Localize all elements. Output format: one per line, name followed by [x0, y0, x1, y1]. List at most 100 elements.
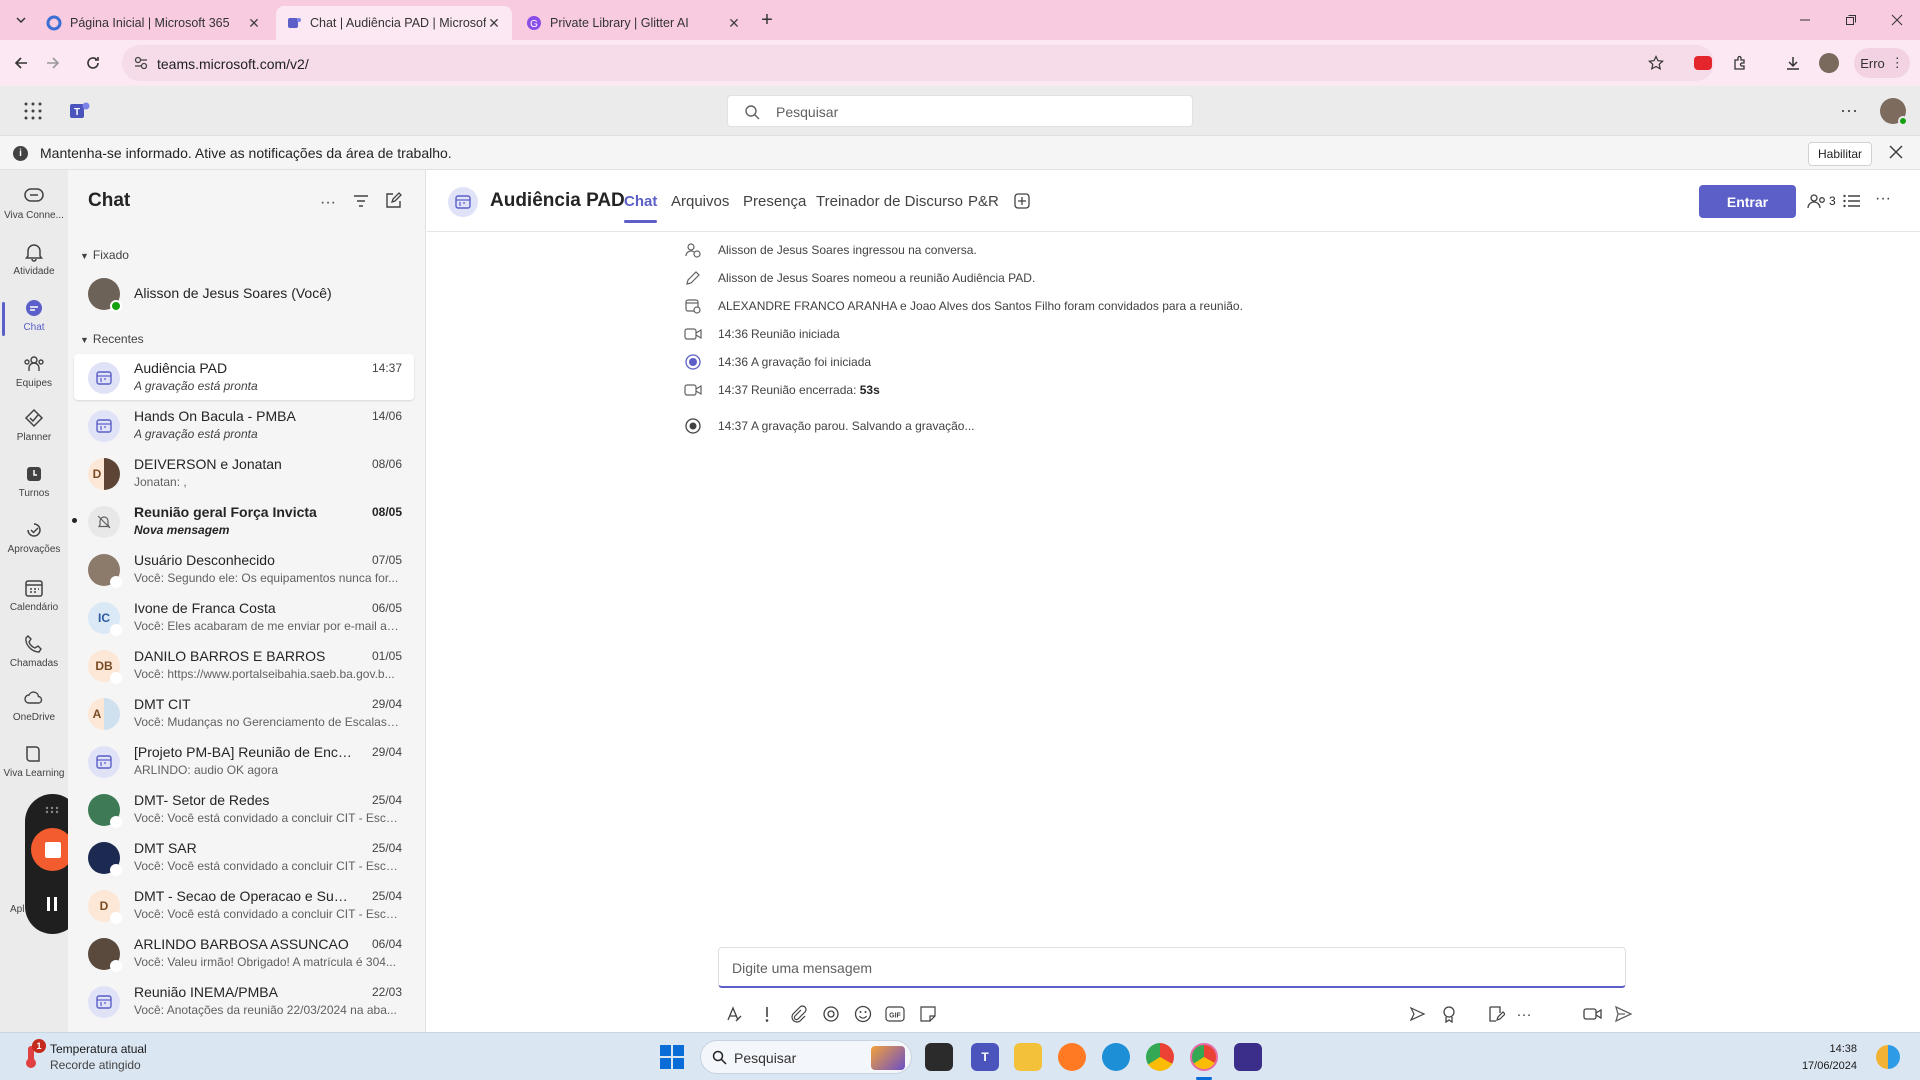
edit-note-icon[interactable] [1485, 1003, 1507, 1025]
gif-icon[interactable]: GIF [884, 1003, 906, 1025]
message-input[interactable]: Digite uma mensagem [718, 947, 1626, 988]
back-icon[interactable] [8, 50, 34, 76]
app-launcher-icon[interactable] [24, 102, 42, 120]
list-item[interactable]: DMT- Setor de Redes 25/04 Você: Você est… [74, 786, 414, 832]
profile-avatar[interactable] [1816, 50, 1842, 76]
list-item[interactable]: Hands On Bacula - PMBA 14/06 A gravação … [74, 402, 414, 448]
list-item-unread[interactable]: Reunião geral Força Invicta 08/05 Nova m… [72, 498, 414, 544]
close-window-icon[interactable] [1882, 8, 1912, 32]
pause-recording-button[interactable] [45, 896, 59, 912]
tab-qa[interactable]: P&R [968, 193, 999, 210]
list-view-icon[interactable] [1843, 194, 1861, 208]
restore-icon[interactable] [1836, 8, 1866, 32]
extension-red-icon[interactable] [1690, 50, 1716, 76]
rail-item-shifts[interactable]: Turnos [0, 458, 68, 510]
rail-item-calls[interactable]: Chamadas [0, 628, 68, 680]
chrome-icon[interactable] [1146, 1043, 1174, 1071]
weather-subtitle[interactable]: Recorde atingido [50, 1058, 141, 1072]
chrome-profile-icon[interactable] [1190, 1043, 1218, 1071]
address-bar[interactable]: teams.microsoft.com/v2/ [122, 45, 1714, 81]
more-options-icon[interactable]: ··· [320, 194, 336, 212]
tab-search-icon[interactable] [8, 7, 34, 33]
reload-icon[interactable] [80, 50, 106, 76]
site-info-icon[interactable] [134, 56, 148, 70]
pinned-section-header[interactable]: ▼ Fixado [80, 248, 129, 262]
weather-title[interactable]: Temperatura atual [50, 1042, 147, 1056]
send-later-icon[interactable] [1406, 1003, 1428, 1025]
rail-item-viva-connections[interactable]: Viva Conne... [0, 180, 68, 232]
praise-icon[interactable] [1438, 1003, 1460, 1025]
task-view-icon[interactable] [925, 1043, 953, 1071]
join-meeting-button[interactable]: Entrar [1699, 185, 1796, 218]
copilot-icon[interactable] [1876, 1045, 1900, 1069]
tab-speaker-coach[interactable]: Treinador de Discurso [816, 193, 963, 210]
thermometer-icon[interactable]: 1 [22, 1039, 46, 1069]
more-options-icon[interactable]: ··· [1875, 190, 1891, 208]
video-clip-icon[interactable] [1582, 1003, 1604, 1025]
extensions-puzzle-icon[interactable] [1727, 50, 1753, 76]
enable-notifications-button[interactable]: Habilitar [1808, 142, 1872, 166]
rail-item-chat[interactable]: Chat [0, 292, 68, 344]
participants-button[interactable]: 3 [1807, 192, 1836, 210]
new-tab-icon[interactable]: + [754, 7, 780, 33]
windows-start-icon[interactable] [660, 1045, 684, 1069]
edge-icon[interactable] [1102, 1043, 1130, 1071]
bookmark-star-icon[interactable] [1648, 55, 1664, 71]
rail-item-activity[interactable]: Atividade [0, 236, 68, 288]
minimize-icon[interactable] [1790, 8, 1820, 32]
rail-item-calendar[interactable]: Calendário [0, 572, 68, 624]
file-explorer-icon[interactable] [1014, 1043, 1042, 1071]
close-tab-icon[interactable]: ✕ [486, 15, 502, 32]
list-item[interactable]: A DMT CIT 29/04 Você: Mudanças no Gerenc… [74, 690, 414, 736]
list-item[interactable]: Usuário Desconhecido 07/05 Você: Segundo… [74, 546, 414, 592]
important-icon[interactable] [756, 1003, 778, 1025]
browser-tab[interactable]: G Private Library | Glitter AI ✕ [516, 6, 752, 40]
filter-icon[interactable] [353, 194, 369, 208]
more-actions-icon[interactable]: ··· [1513, 1003, 1535, 1025]
list-item-selected[interactable]: Audiência PAD 14:37 A gravação está pron… [74, 354, 414, 400]
attach-icon[interactable] [787, 1003, 809, 1025]
list-item[interactable]: IC Ivone de Franca Costa 06/05 Você: Ele… [74, 594, 414, 640]
more-options-icon[interactable]: ··· [1840, 100, 1858, 121]
list-item[interactable]: D DMT - Secao de Operacao e Supo... 25/0… [74, 882, 414, 928]
taskbar-date[interactable]: 17/06/2024 [1793, 1060, 1857, 1072]
loop-icon[interactable] [820, 1003, 842, 1025]
add-tab-icon[interactable] [1013, 192, 1031, 210]
list-item[interactable]: Alisson de Jesus Soares (Você) [74, 270, 414, 316]
recent-section-header[interactable]: ▼ Recentes [80, 332, 144, 346]
forward-icon[interactable] [40, 50, 66, 76]
download-icon[interactable] [1780, 50, 1806, 76]
send-icon[interactable] [1612, 1003, 1634, 1025]
rail-item-teams[interactable]: Equipes [0, 348, 68, 400]
list-item[interactable]: D DEIVERSON e Jonatan 08/06 Jonatan: , [74, 450, 414, 496]
profile-error-chip[interactable]: Erro ⋮ [1854, 48, 1910, 78]
browser-tab[interactable]: Página Inicial | Microsoft 365 ✕ [36, 6, 272, 40]
tab-chat[interactable]: Chat [624, 193, 658, 223]
recorder-icon[interactable] [1234, 1043, 1262, 1071]
browser-tab-active[interactable]: Chat | Audiência PAD | Microsoft Teams ✕ [276, 6, 512, 40]
list-item[interactable]: [Projeto PM-BA] Reunião de Encer... 29/0… [74, 738, 414, 784]
taskbar-time[interactable]: 14:38 [1793, 1043, 1857, 1055]
new-chat-icon[interactable] [384, 192, 402, 210]
rail-item-approvals[interactable]: Aprovações [0, 514, 68, 566]
rail-item-planner[interactable]: Planner [0, 402, 68, 454]
tab-attendance[interactable]: Presença [743, 193, 806, 210]
emoji-icon[interactable] [852, 1003, 874, 1025]
close-tab-icon[interactable]: ✕ [246, 15, 262, 32]
list-item[interactable]: ARLINDO BARBOSA ASSUNCAO 06/04 Você: Val… [74, 930, 414, 976]
list-item[interactable]: Reunião INEMA/PMBA 22/03 Você: Anotações… [74, 978, 414, 1024]
url-text[interactable]: teams.microsoft.com/v2/ [157, 56, 309, 72]
teams-taskbar-icon[interactable]: T [971, 1043, 999, 1071]
drag-handle-icon[interactable] [45, 806, 59, 814]
user-avatar[interactable] [1880, 98, 1908, 126]
close-tab-icon[interactable]: ✕ [726, 15, 742, 32]
rail-item-onedrive[interactable]: OneDrive [0, 682, 68, 734]
format-icon[interactable] [723, 1003, 745, 1025]
rail-item-viva-learning[interactable]: Viva Learning [0, 738, 68, 790]
close-icon[interactable] [1888, 144, 1904, 160]
tab-files[interactable]: Arquivos [671, 193, 729, 210]
taskbar-search[interactable]: Pesquisar [700, 1040, 912, 1074]
list-item[interactable]: DB DANILO BARROS E BARROS 01/05 Você: ht… [74, 642, 414, 688]
list-item[interactable]: DMT SAR 25/04 Você: Você está convidado … [74, 834, 414, 880]
sticker-icon[interactable] [917, 1003, 939, 1025]
